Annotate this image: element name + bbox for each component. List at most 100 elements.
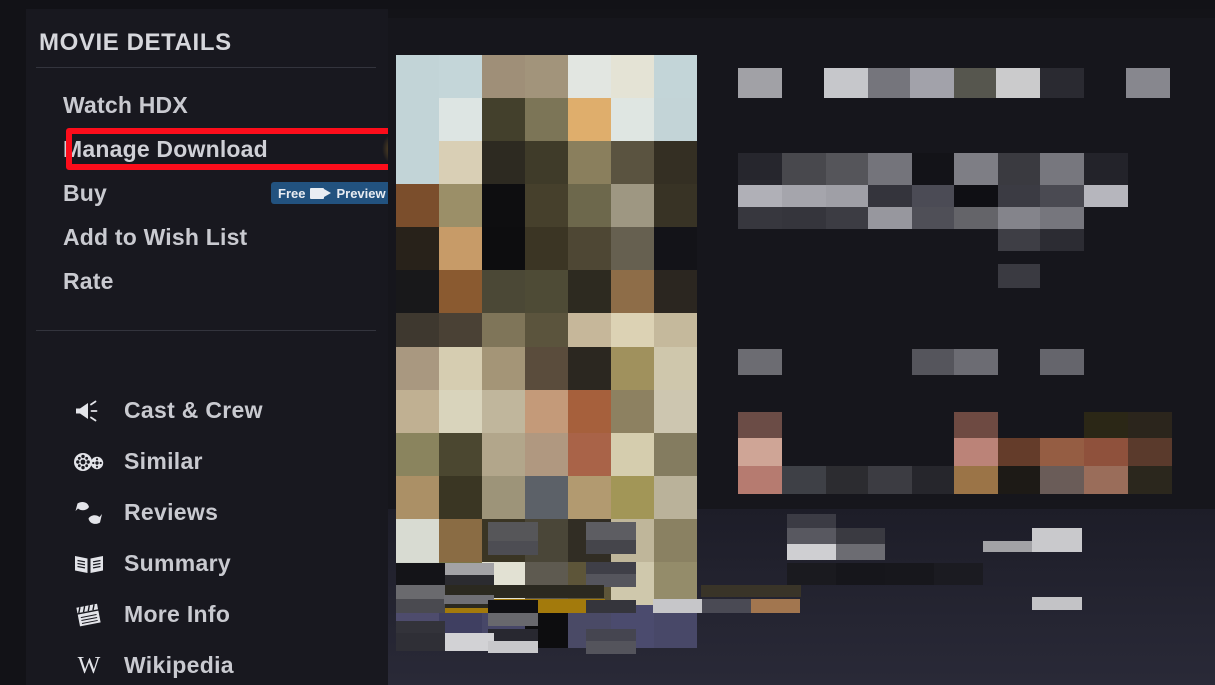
metadata-pixel-block	[445, 633, 494, 651]
metadata-pixel-block	[1128, 412, 1172, 438]
menu-item-label: Buy	[63, 179, 108, 206]
poster-pixel-block	[654, 433, 697, 476]
metadata-pixel-block	[445, 563, 494, 575]
metadata-pixel-block	[787, 528, 836, 544]
metadata-pixel-block	[396, 563, 445, 585]
metadata-pixel-block	[586, 641, 636, 654]
menu-item-label: Manage Download	[63, 135, 268, 162]
poster-pixel-block	[525, 227, 568, 270]
metadata-pixel-block	[912, 185, 954, 207]
poster-pixel-block	[439, 227, 482, 270]
speech-bubbles-icon	[62, 500, 116, 526]
metadata-pixel-block	[1032, 528, 1082, 552]
poster-pixel-block	[396, 347, 439, 390]
metadata-pixel-block	[910, 68, 954, 98]
wikipedia-w-icon: W	[77, 652, 101, 679]
metadata-pixel-block	[787, 514, 836, 528]
menu-item-manage-download[interactable]: Manage Download	[26, 127, 388, 171]
metadata-pixel-block	[1040, 207, 1084, 229]
metadata-pixel-block	[738, 412, 782, 438]
menu-item-more-info[interactable]: More Info	[26, 589, 388, 640]
poster-pixel-block	[568, 433, 611, 476]
menu-item-cast-and-crew[interactable]: Cast & Crew	[26, 385, 388, 436]
metadata-pixel-block	[1128, 466, 1172, 494]
clapperboard-icon	[62, 602, 116, 628]
open-book-icon	[62, 552, 116, 576]
menu-item-rate[interactable]: Rate	[26, 259, 388, 303]
metadata-pixel-block	[954, 153, 998, 185]
metadata-pixel-block	[782, 466, 826, 494]
menu-item-wikipedia[interactable]: W Wikipedia	[26, 640, 388, 685]
poster-pixel-block	[439, 476, 482, 519]
metadata-pixel-block	[954, 185, 998, 207]
metadata-pixel-block	[488, 641, 538, 653]
poster-pixel-block	[568, 98, 611, 141]
poster-pixel-block	[482, 347, 525, 390]
metadata-pixel-block	[488, 629, 538, 641]
poster-pixel-block	[525, 270, 568, 313]
metadata-pixel-block	[1040, 466, 1084, 494]
metadata-pixel-block	[1084, 412, 1128, 438]
menu-item-add-to-wish-list[interactable]: Add to Wish List	[26, 215, 388, 259]
free-preview-badge[interactable]: Free Preview	[271, 182, 393, 204]
poster-pixel-block	[482, 476, 525, 519]
metadata-pixel-block	[586, 562, 636, 574]
metadata-pixel-block	[738, 438, 782, 466]
metadata-pixel-block	[738, 68, 782, 98]
poster-pixel-block	[396, 476, 439, 519]
metadata-pixel-block	[396, 633, 445, 651]
poster-pixel-block	[439, 433, 482, 476]
poster-pixel-block	[654, 227, 697, 270]
metadata-pixel-block	[998, 185, 1040, 207]
menu-item-similar[interactable]: Similar	[26, 436, 388, 487]
poster-pixel-block	[396, 55, 439, 98]
poster-pixel-block	[568, 227, 611, 270]
metadata-pixel-block	[826, 185, 868, 207]
metadata-pixel-block	[738, 185, 782, 207]
film-reels-icon	[62, 450, 116, 474]
metadata-pixel-block	[983, 541, 1032, 552]
poster-pixel-block	[396, 519, 439, 562]
menu-item-reviews[interactable]: Reviews	[26, 487, 388, 538]
metadata-pixel-block	[836, 528, 885, 544]
poster-pixel-block	[568, 141, 611, 184]
metadata-pixel-block	[586, 522, 636, 540]
metadata-pixel-block	[396, 585, 445, 599]
menu-item-summary[interactable]: Summary	[26, 538, 388, 589]
poster-pixel-block	[482, 98, 525, 141]
poster-pixel-block	[654, 347, 697, 390]
poster-pixel-block	[525, 184, 568, 227]
metadata-pixel-block	[751, 599, 800, 613]
metadata-pixel-block	[1040, 185, 1084, 207]
poster-pixel-block	[611, 227, 654, 270]
poster-pixel-block	[654, 270, 697, 313]
metadata-pixel-block	[653, 599, 702, 613]
metadata-pixel-block	[782, 207, 826, 229]
metadata-pixel-block	[954, 207, 998, 229]
poster-pixel-block	[654, 184, 697, 227]
top-edge-strip	[0, 0, 1215, 9]
metadata-pixel-block	[885, 563, 934, 585]
metadata-pixel-block	[787, 563, 836, 585]
metadata-pixel-block	[396, 599, 445, 613]
metadata-pixel-block	[738, 207, 782, 229]
poster-pixel-block	[654, 141, 697, 184]
poster-pixel-block	[482, 270, 525, 313]
metadata-pixel-block	[1032, 597, 1082, 610]
metadata-pixel-block	[488, 613, 538, 626]
metadata-pixel-block	[954, 466, 998, 494]
metadata-pixel-block	[1040, 229, 1084, 251]
menu-item-watch-hdx[interactable]: Watch HDX	[26, 83, 388, 127]
poster-pixel-block	[439, 390, 482, 433]
poster-pixel-block	[396, 184, 439, 227]
metadata-pixel-block	[836, 544, 885, 560]
poster-pixel-block	[396, 433, 439, 476]
poster-pixel-block	[611, 476, 654, 519]
menu-item-label: Reviews	[124, 499, 219, 525]
metadata-pixel-block	[998, 207, 1040, 229]
metadata-pixel-block	[488, 600, 538, 613]
metadata-pixel-block	[702, 599, 751, 613]
metadata-pixel-block	[444, 595, 494, 604]
poster-pixel-block	[482, 433, 525, 476]
poster-pixel-block	[611, 270, 654, 313]
